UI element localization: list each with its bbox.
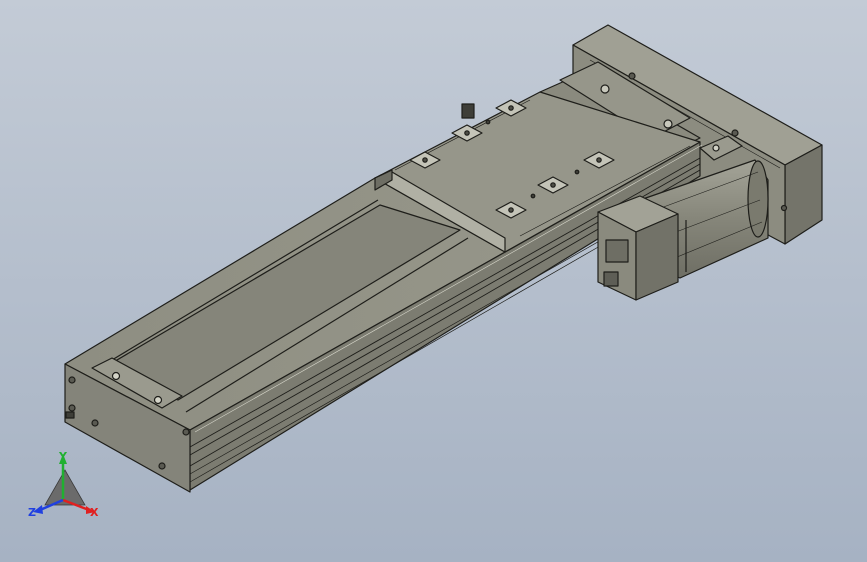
cad-model-canvas[interactable]: Y X Z (0, 0, 867, 562)
y-axis-label: Y (58, 450, 68, 463)
z-axis-label: Z (28, 506, 36, 519)
x-axis-label: X (90, 506, 99, 519)
cad-viewport[interactable]: Y X Z (0, 0, 867, 562)
